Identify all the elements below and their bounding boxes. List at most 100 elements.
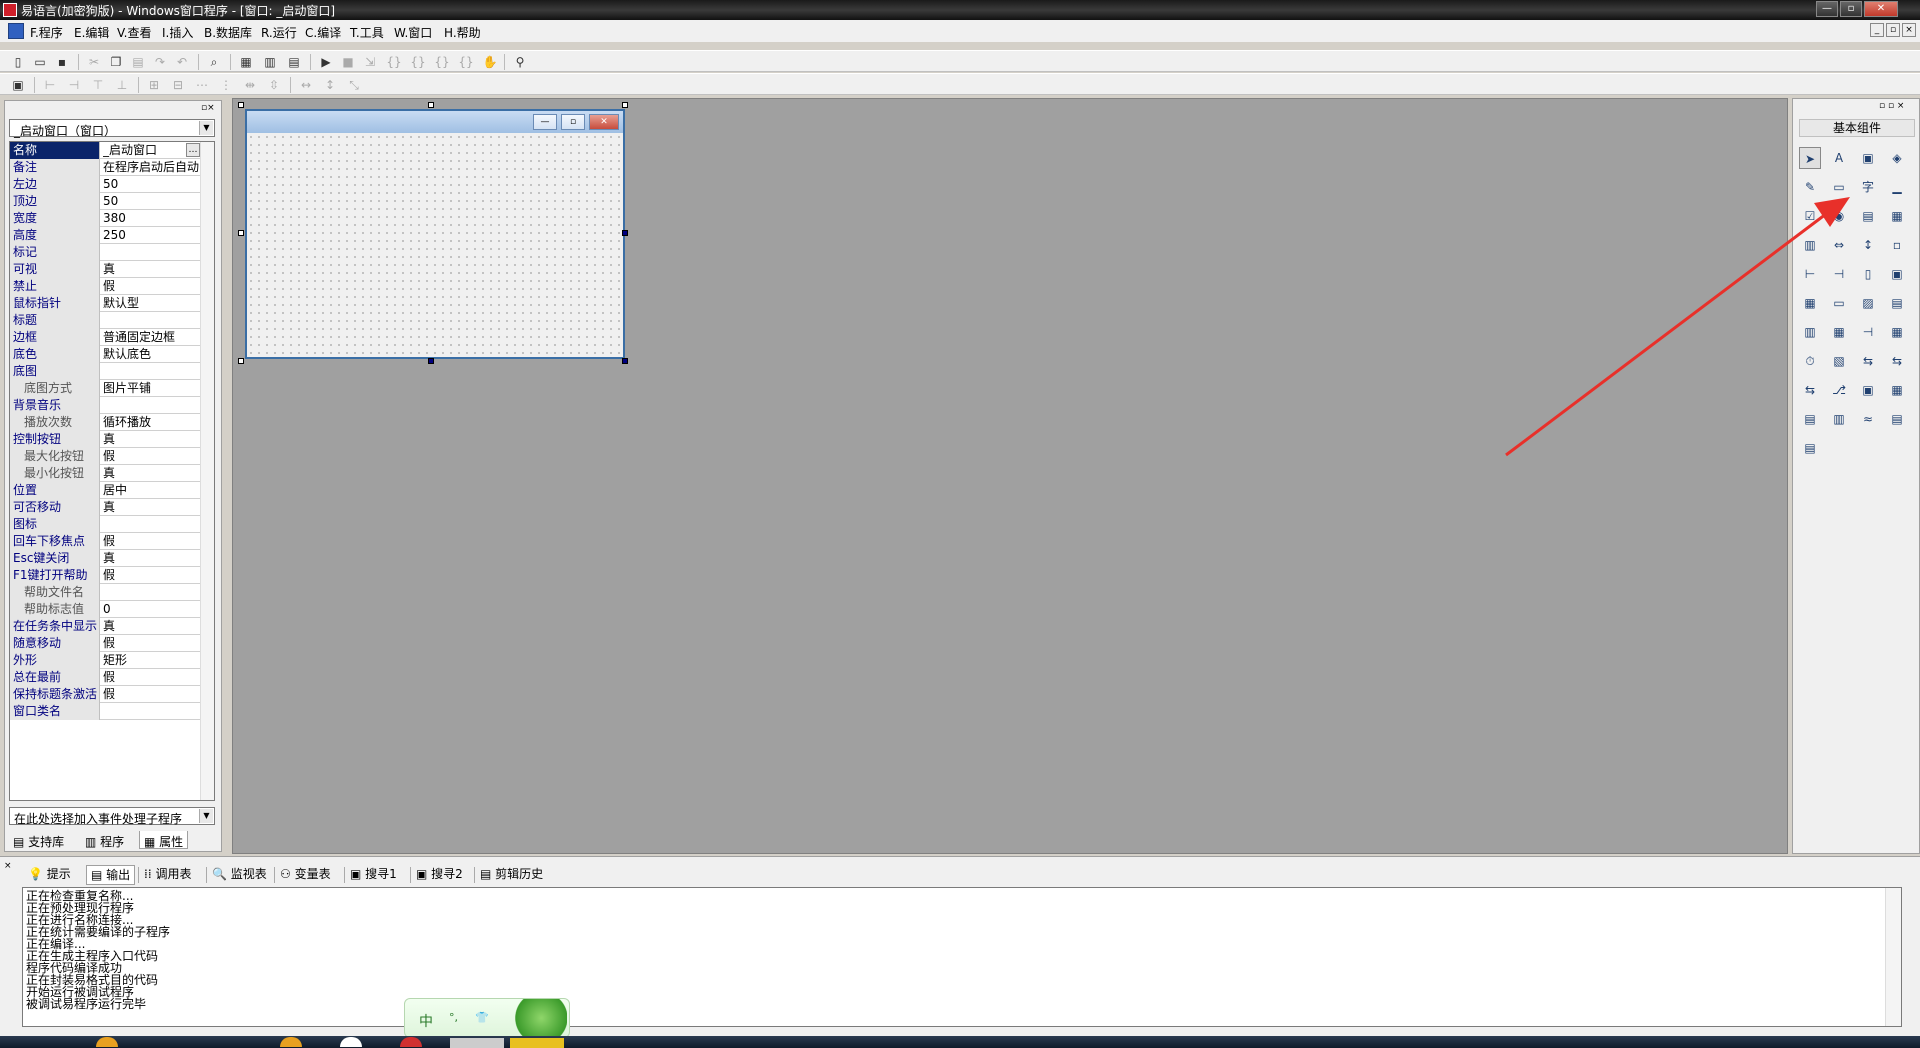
resize-handle[interactable] (428, 358, 434, 364)
property-value[interactable]: 真 (103, 465, 200, 482)
property-value[interactable]: 真 (103, 618, 200, 635)
line-icon[interactable]: ▁ (1886, 176, 1908, 198)
property-row[interactable]: 底色 默认底色 (10, 346, 200, 363)
picture-box-icon[interactable]: ▣ (1857, 147, 1879, 169)
event-select[interactable]: 在此处选择加入事件处理子程序 ▼ (9, 807, 215, 826)
property-row[interactable]: 保持标题条激活假 (10, 686, 200, 703)
tab-watch-table[interactable]: 🔍 监视表 (212, 865, 267, 885)
tab-search1[interactable]: ▣ 搜寻1 (350, 865, 397, 885)
property-value[interactable] (103, 397, 200, 414)
align-left-icon[interactable]: ⊢ (42, 77, 58, 93)
property-row[interactable]: F1键打开帮助假 (10, 567, 200, 584)
vscroll-icon[interactable]: ↕ (1857, 234, 1879, 256)
label-icon[interactable]: A (1828, 147, 1850, 169)
chevron-down-icon[interactable]: ▼ (199, 121, 213, 135)
close-button[interactable]: ✕ (1864, 1, 1898, 17)
property-value[interactable]: 250 (103, 227, 200, 244)
undo-icon[interactable]: ↶ (174, 54, 190, 70)
menu-edit[interactable]: E.编辑 (74, 24, 109, 41)
tab-search2[interactable]: ▣ 搜寻2 (416, 865, 463, 885)
property-value[interactable] (103, 516, 200, 533)
property-value[interactable]: 居中 (103, 482, 200, 499)
cut-icon[interactable]: ✂ (86, 54, 102, 70)
ime-toolbar[interactable]: 中 °, 👕 (404, 998, 570, 1038)
tab-output[interactable]: ▤ 输出 (86, 865, 136, 885)
property-row[interactable]: 背景音乐 (10, 397, 200, 414)
property-value[interactable]: 在程序启动后自动 (103, 159, 200, 176)
form-canvas[interactable] (247, 133, 623, 357)
object-select[interactable]: _启动窗口（窗口） ▼ (9, 119, 215, 138)
maximize-button[interactable]: ▫ (1840, 1, 1862, 17)
menu-window[interactable]: W.窗口 (394, 24, 432, 41)
resize-handle[interactable] (622, 358, 628, 364)
panel-pin-icon[interactable]: ▫× (201, 103, 215, 113)
panel-close-icon[interactable]: × (4, 861, 12, 871)
shape-icon[interactable]: ◈ (1886, 147, 1908, 169)
property-value[interactable]: 循环播放 (103, 414, 200, 431)
tab-icon[interactable]: ▣ (1886, 263, 1908, 285)
property-row[interactable]: 标记 (10, 244, 200, 261)
center-v-icon[interactable]: ⊟ (170, 77, 186, 93)
redo-icon[interactable]: ↷ (152, 54, 168, 70)
property-row[interactable]: 标题 (10, 312, 200, 329)
property-value[interactable]: 假 (103, 533, 200, 550)
resize-handle[interactable] (622, 102, 628, 108)
property-row[interactable]: 帮助文件名 (10, 584, 200, 601)
property-value[interactable]: 假 (103, 669, 200, 686)
property-value[interactable]: 假 (103, 635, 200, 652)
hand-icon[interactable]: ✋ (482, 54, 498, 70)
stop-icon[interactable]: ■ (340, 54, 356, 70)
grid-icon[interactable]: ▣ (10, 77, 26, 93)
property-row[interactable]: 最大化按钮假 (10, 448, 200, 465)
property-value[interactable]: 假 (103, 567, 200, 584)
ime-mode-label[interactable]: 中 (419, 1011, 433, 1031)
taskbar-app-icon[interactable] (340, 1037, 362, 1047)
property-row[interactable]: 边框 普通固定边框 (10, 329, 200, 346)
same-width-icon[interactable]: ↔ (298, 77, 314, 93)
new-file-icon[interactable]: ▯ (10, 54, 26, 70)
space-h-icon[interactable]: ⋯ (194, 77, 210, 93)
step-out-icon[interactable]: {} (434, 54, 450, 70)
taskbar-app-icon[interactable] (280, 1037, 302, 1047)
paste-icon[interactable]: ▤ (130, 54, 146, 70)
property-row[interactable]: 在任务条中显示真 (10, 618, 200, 635)
binoculars-icon[interactable]: ⚲ (512, 54, 528, 70)
progress-icon[interactable]: ▯ (1857, 263, 1879, 285)
resize-handle[interactable] (238, 358, 244, 364)
property-row[interactable]: 左边 50 (10, 176, 200, 193)
property-row[interactable]: 宽度 380 (10, 210, 200, 227)
property-row[interactable]: 总在最前假 (10, 669, 200, 686)
property-row[interactable]: 位置 居中 (10, 482, 200, 499)
tab-support-library[interactable]: ▤ 支持库 (9, 831, 68, 849)
window-icon[interactable]: ▣ (1857, 379, 1879, 401)
property-value[interactable] (103, 703, 200, 720)
tab-program[interactable]: ▥ 程序 (81, 831, 128, 849)
property-value[interactable]: 50 (103, 193, 200, 210)
property-row[interactable]: 禁止假 (10, 278, 200, 295)
property-value[interactable]: 普通固定边框 (103, 329, 200, 346)
property-value[interactable]: 真 (103, 261, 200, 278)
text-label-icon[interactable]: 字 (1857, 176, 1879, 198)
step-over-icon[interactable]: {} (410, 54, 426, 70)
save-icon[interactable]: ▪ (54, 54, 70, 70)
open-folder-icon[interactable]: ▭ (32, 54, 48, 70)
property-value[interactable]: 真 (103, 550, 200, 567)
property-row[interactable]: 窗口类名 (10, 703, 200, 720)
chart-icon[interactable]: ≈ (1857, 408, 1879, 430)
tab-properties[interactable]: ▦ 属性 (139, 831, 189, 849)
menu-run[interactable]: R.运行 (261, 24, 297, 41)
run-icon[interactable]: ▶ (318, 54, 334, 70)
align-bottom-icon[interactable]: ⊥ (114, 77, 130, 93)
resize-handle[interactable] (428, 102, 434, 108)
property-row[interactable]: 备注 在程序启动后自动 (10, 159, 200, 176)
mdi-minimize-icon[interactable]: _ (1870, 23, 1884, 37)
database-icon[interactable]: ▦ (1886, 379, 1908, 401)
tab-hint[interactable]: 💡 提示 (28, 865, 71, 885)
chevron-down-icon[interactable]: ▼ (199, 809, 213, 823)
property-row[interactable]: 帮助标志值 0 (10, 601, 200, 618)
property-value[interactable]: 图片平铺 (103, 380, 200, 397)
startup-window-form[interactable]: — ▫ ✕ (245, 109, 625, 359)
property-row[interactable]: 名称 _启动窗口 (10, 142, 200, 159)
pointer-icon[interactable]: ➤ (1799, 147, 1821, 169)
property-value[interactable]: 假 (103, 448, 200, 465)
